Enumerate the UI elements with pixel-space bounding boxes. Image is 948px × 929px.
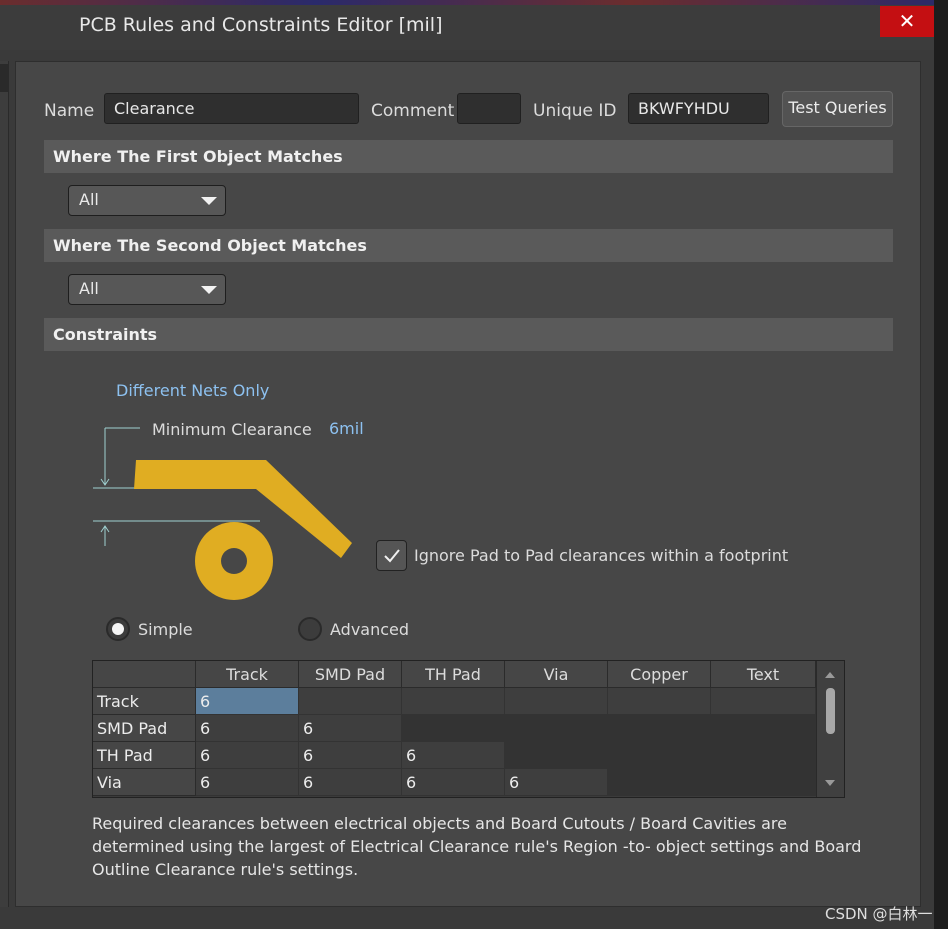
description-text: Required clearances between electrical o… — [92, 814, 862, 879]
test-queries-button[interactable]: Test Queries — [782, 91, 893, 127]
column-header[interactable]: Track — [196, 661, 299, 688]
matrix-cell[interactable] — [299, 688, 402, 715]
ignore-pad-checkbox[interactable] — [376, 540, 407, 571]
close-button[interactable]: ✕ — [880, 6, 934, 37]
comment-field[interactable] — [457, 93, 521, 124]
matrix-cell[interactable]: 6 — [299, 715, 402, 742]
clearance-matrix: Track SMD Pad TH Pad Via Copper Text Tra… — [92, 660, 845, 798]
matrix-cell[interactable]: 6 — [196, 715, 299, 742]
constraints-header: Constraints — [44, 318, 893, 351]
pad-hole-shape — [221, 548, 247, 574]
row-header[interactable]: TH Pad — [93, 742, 196, 769]
matrix-cell[interactable]: 6 — [196, 742, 299, 769]
row-header[interactable]: Track — [93, 688, 196, 715]
row-header[interactable]: SMD Pad — [93, 715, 196, 742]
matrix-cell[interactable]: 6 — [196, 688, 299, 715]
name-field[interactable]: Clearance — [104, 93, 359, 124]
matrix-cell[interactable]: 6 — [196, 769, 299, 796]
matrix-empty-area — [505, 742, 816, 769]
matrix-cell[interactable] — [711, 688, 816, 715]
second-object-header: Where The Second Object Matches — [44, 229, 893, 262]
background-strip — [0, 0, 948, 5]
column-header[interactable]: SMD Pad — [299, 661, 402, 688]
first-object-select-value: All — [79, 190, 99, 209]
advanced-label: Advanced — [330, 620, 410, 639]
column-header[interactable]: Copper — [608, 661, 711, 688]
clearance-diagram — [93, 427, 352, 600]
unique-id-field[interactable]: BKWFYHDU — [628, 93, 769, 124]
first-object-header: Where The First Object Matches — [44, 140, 893, 173]
matrix-cell[interactable] — [608, 688, 711, 715]
matrix-cell[interactable]: 6 — [402, 769, 505, 796]
min-clearance-value[interactable]: 6mil — [329, 419, 364, 438]
window-title: PCB Rules and Constraints Editor [mil] — [79, 14, 443, 36]
matrix-corner — [93, 661, 196, 688]
second-object-select-value: All — [79, 279, 99, 298]
matrix-cell[interactable] — [402, 688, 505, 715]
matrix-cell[interactable]: 6 — [299, 769, 402, 796]
scroll-thumb — [826, 688, 835, 734]
scroll-down-icon — [825, 780, 835, 786]
second-object-select[interactable]: All — [68, 274, 226, 305]
row-header[interactable]: Via — [93, 769, 196, 796]
column-header[interactable]: Text — [711, 661, 816, 688]
matrix-cell[interactable]: 6 — [402, 742, 505, 769]
matrix-cell[interactable]: 6 — [299, 742, 402, 769]
simple-label: Simple — [138, 620, 193, 639]
net-scope-link[interactable]: Different Nets Only — [116, 381, 269, 400]
unique-id-label: Unique ID — [533, 101, 617, 121]
column-header[interactable]: TH Pad — [402, 661, 505, 688]
dropdown-arrow-icon — [201, 197, 217, 205]
matrix-cell[interactable]: 6 — [505, 769, 608, 796]
name-label: Name — [44, 101, 95, 121]
advanced-radio[interactable] — [298, 617, 322, 641]
dropdown-arrow-icon — [201, 286, 217, 294]
matrix-scrollbar[interactable] — [816, 661, 844, 797]
matrix-empty-area — [608, 769, 816, 796]
scrollbar-parts — [825, 672, 835, 786]
min-clearance-label: Minimum Clearance — [152, 420, 312, 439]
background-window-edge — [934, 0, 948, 929]
first-object-select[interactable]: All — [68, 185, 226, 216]
matrix-empty-area — [402, 715, 816, 742]
checkmark-icon — [384, 549, 400, 563]
left-pane-tab[interactable] — [0, 64, 8, 92]
column-header[interactable]: Via — [505, 661, 608, 688]
comment-label: Comment — [371, 101, 455, 121]
ignore-pad-label: Ignore Pad to Pad clearances within a fo… — [414, 546, 789, 565]
scroll-up-icon — [825, 672, 835, 678]
left-pane-edge — [0, 61, 9, 907]
matrix-cell[interactable] — [505, 688, 608, 715]
simple-radio[interactable] — [106, 617, 130, 641]
watermark-text: CSDN @白林一 — [825, 905, 933, 923]
